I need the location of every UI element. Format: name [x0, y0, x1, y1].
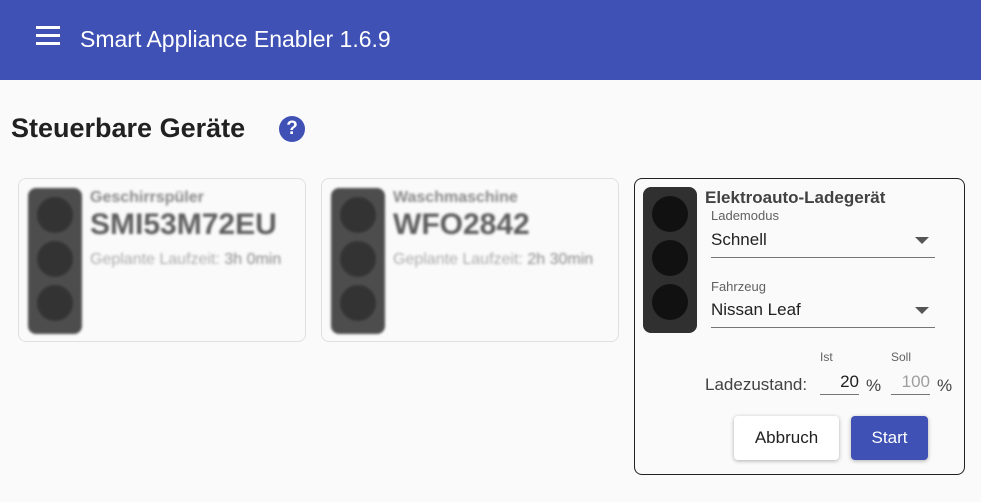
device-card-washing-machine[interactable]: Waschmaschine WFO2842 Geplante Laufzeit:…: [321, 178, 619, 342]
start-button[interactable]: Start: [851, 416, 928, 460]
device-card-dishwasher[interactable]: Geschirrspüler SMI53M72EU Geplante Laufz…: [18, 178, 306, 342]
traffic-light-icon: [28, 188, 82, 334]
soc-target-label: Soll: [891, 350, 912, 364]
ev-charger-title: Elektroauto-Ladegerät: [705, 188, 886, 207]
vehicle-value: Nissan Leaf: [711, 300, 801, 319]
menu-icon[interactable]: [36, 26, 62, 48]
soc-actual-label: Ist: [820, 350, 833, 364]
runtime-label: Geplante Laufzeit:: [90, 251, 220, 268]
traffic-light-icon: [331, 188, 385, 334]
traffic-light-green: [652, 284, 688, 320]
charge-mode-label: Lademodus: [711, 208, 779, 223]
device-type: Geschirrspüler: [90, 189, 204, 206]
device-id: SMI53M72EU: [90, 208, 277, 241]
chevron-down-icon: [915, 237, 929, 244]
traffic-light-icon: [643, 187, 697, 333]
device-card-ev-charger: Elektroauto-Ladegerät Lademodus Schnell …: [634, 178, 965, 475]
charge-mode-select[interactable]: Schnell: [711, 223, 935, 258]
device-runtime: Geplante Laufzeit: 2h 30min: [393, 251, 593, 269]
runtime-label: Geplante Laufzeit:: [393, 251, 523, 268]
traffic-light-red: [340, 197, 376, 233]
traffic-light-red: [652, 196, 688, 232]
device-runtime: Geplante Laufzeit: 3h 0min: [90, 251, 281, 269]
soc-target-input[interactable]: [891, 369, 930, 395]
vehicle-label: Fahrzeug: [711, 279, 766, 294]
traffic-light-yellow: [340, 241, 376, 277]
soc-actual-input[interactable]: [820, 369, 859, 395]
page-title: Steuerbare Geräte: [11, 113, 246, 143]
chevron-down-icon: [915, 307, 929, 314]
soc-actual-unit: %: [866, 376, 882, 395]
device-type: Waschmaschine: [393, 189, 518, 206]
device-id: WFO2842: [393, 208, 530, 241]
traffic-light-green: [340, 285, 376, 321]
traffic-light-yellow: [652, 240, 688, 276]
charge-mode-value: Schnell: [711, 230, 767, 249]
runtime-value: 3h 0min: [224, 251, 282, 268]
help-icon[interactable]: ?: [279, 116, 305, 142]
traffic-light-red: [37, 197, 73, 233]
cancel-button[interactable]: Abbruch: [734, 416, 839, 460]
top-app-bar: Smart Appliance Enabler 1.6.9: [0, 0, 981, 80]
app-title: Smart Appliance Enabler 1.6.9: [80, 26, 391, 52]
traffic-light-yellow: [37, 241, 73, 277]
runtime-value: 2h 30min: [527, 251, 594, 268]
vehicle-select[interactable]: Nissan Leaf: [711, 293, 935, 328]
soc-label: Ladezustand:: [705, 375, 808, 394]
soc-target-unit: %: [937, 376, 953, 395]
traffic-light-green: [37, 285, 73, 321]
